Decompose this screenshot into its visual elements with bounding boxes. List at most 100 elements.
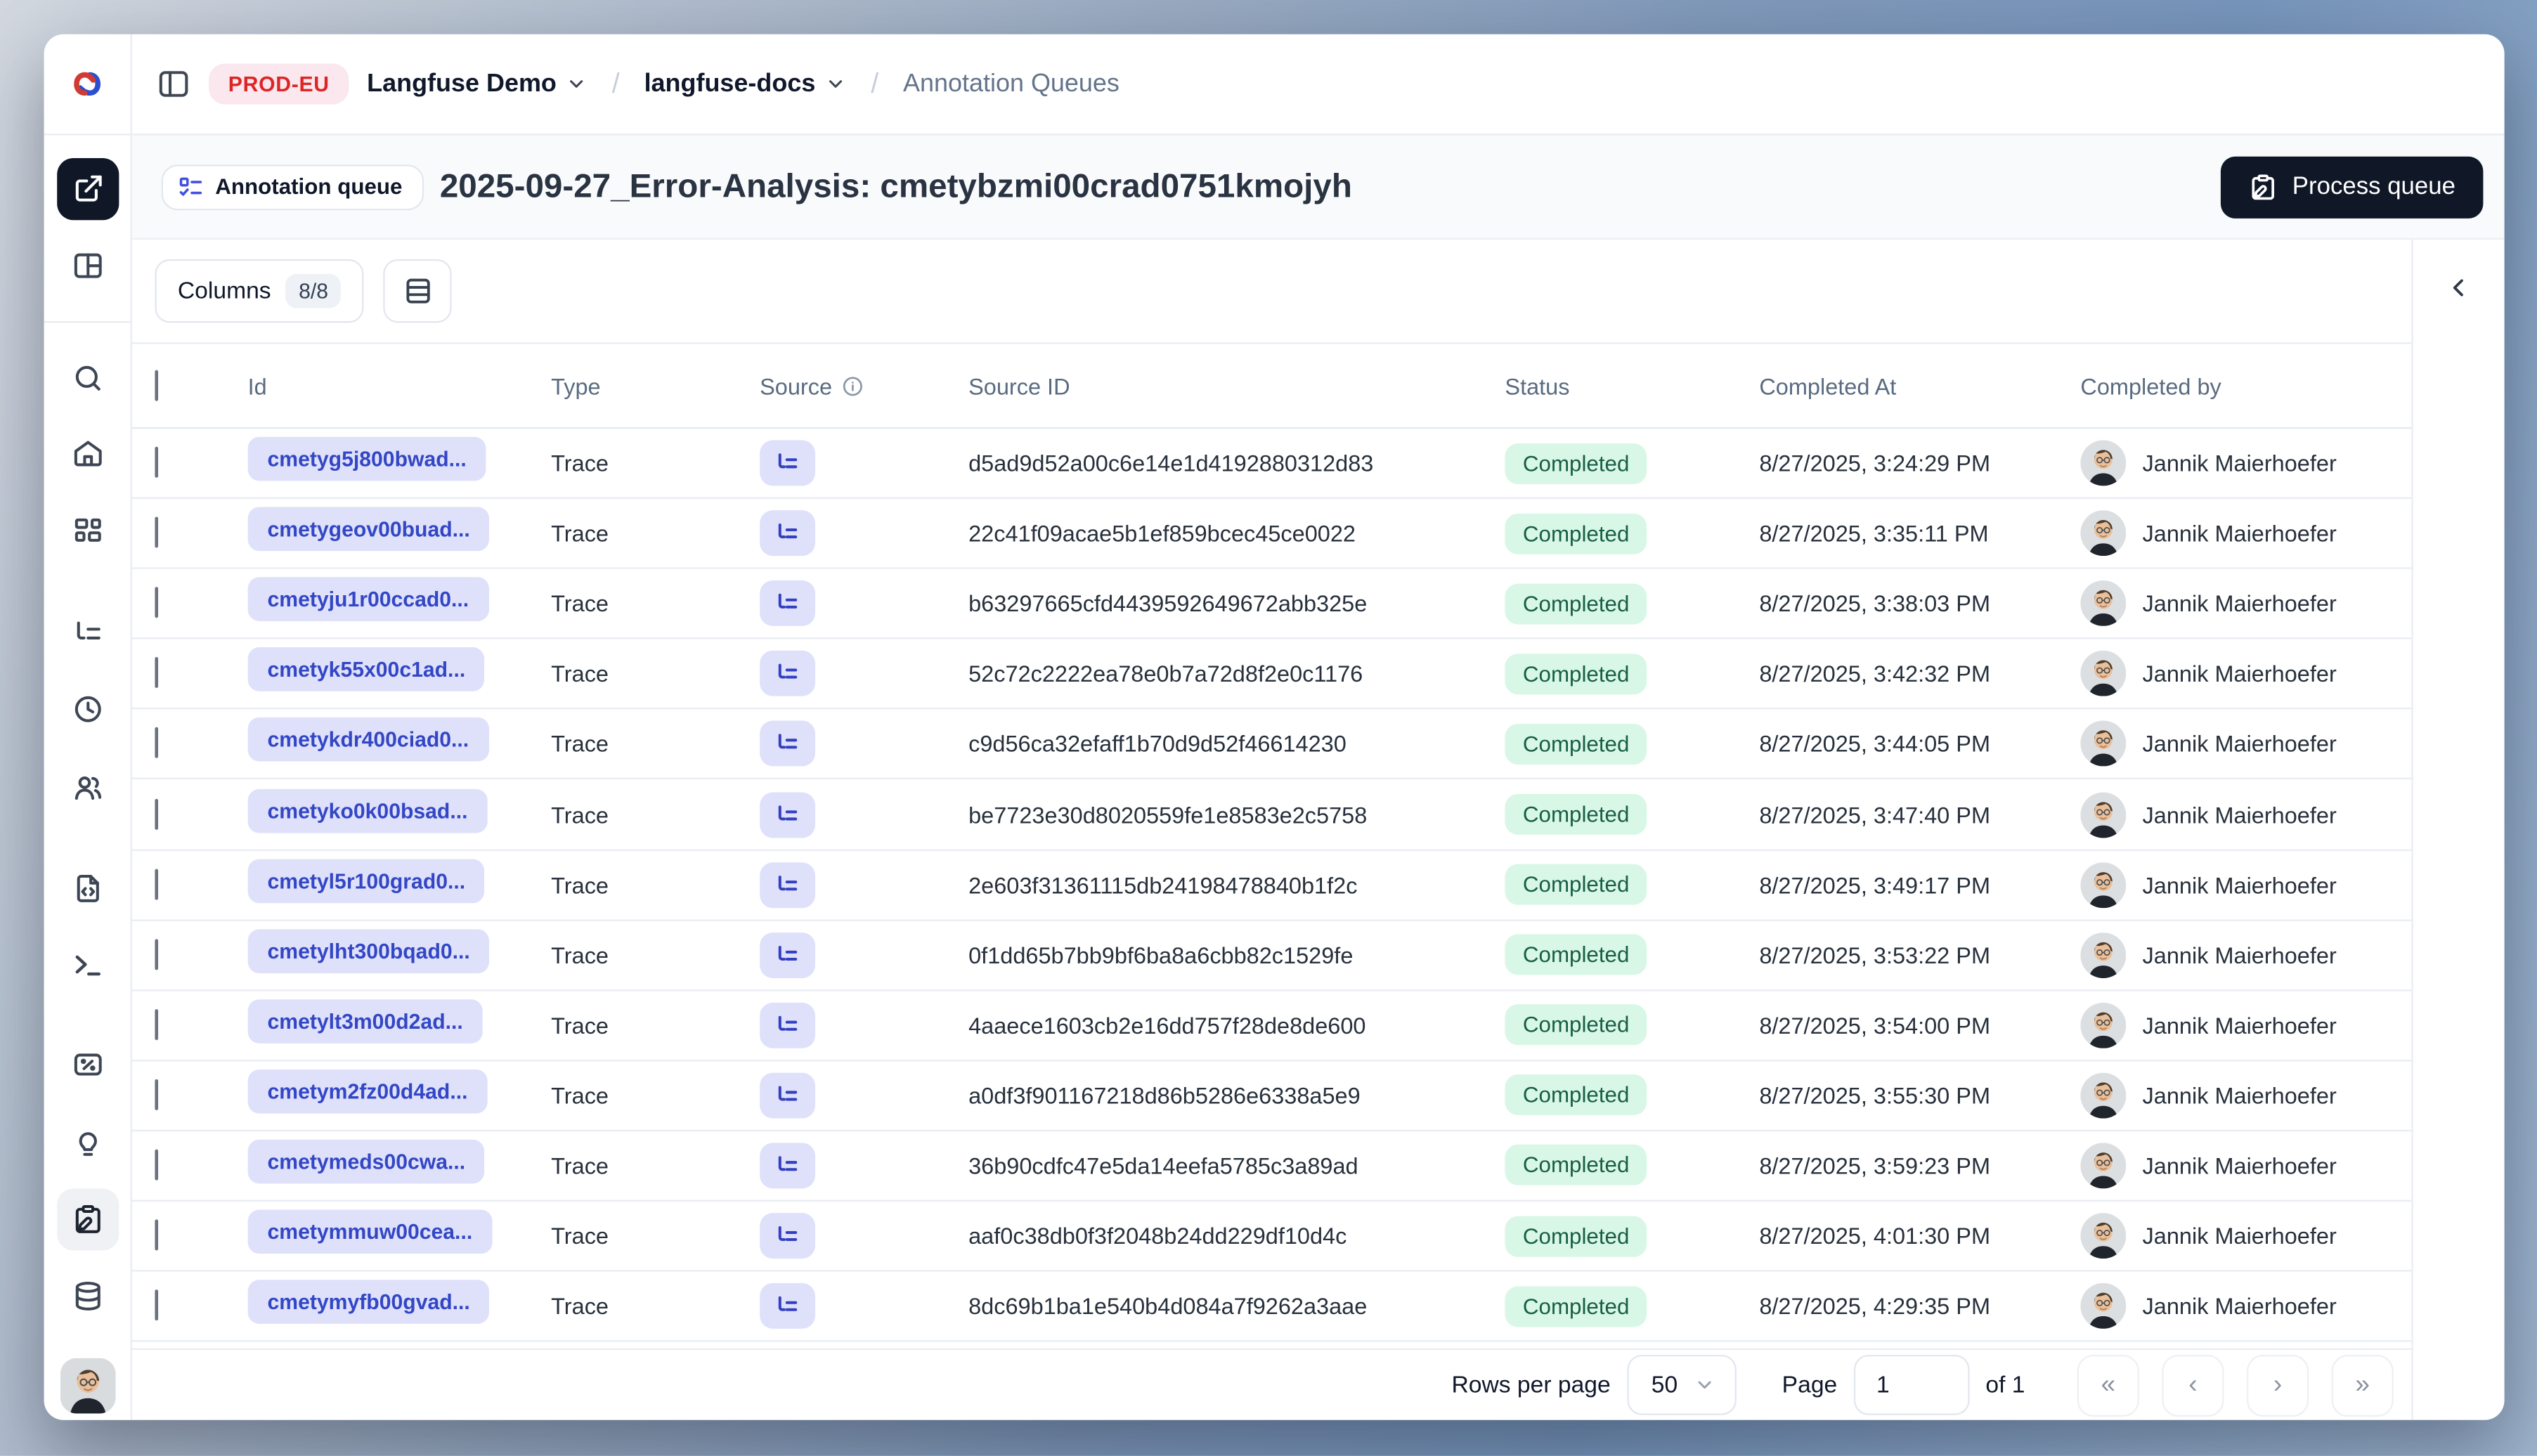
row-checkbox[interactable] [155,727,159,759]
source-trace-button[interactable] [760,651,816,697]
sidebar-item-sessions[interactable] [57,678,119,740]
row-checkbox[interactable] [155,587,159,618]
previous-page-button[interactable]: ‹ [2162,1353,2224,1416]
process-queue-button[interactable]: Process queue [2220,155,2484,218]
row-checkbox[interactable] [155,1008,159,1040]
item-type: Trace [551,801,609,828]
org-logo[interactable] [44,34,132,134]
sidebar-item-datasets[interactable] [57,1265,119,1327]
list-tree-icon [774,871,800,897]
item-source-id: c9d56ca32efaff1b70d9d52f46614230 [968,731,1347,758]
table-row: cmetyg5j800bwad... Trace d5ad9d52a00c6e1… [131,429,2412,500]
completed-by-avatar [2080,862,2127,908]
source-trace-button[interactable] [760,1072,816,1119]
breadcrumb: PROD-EU Langfuse Demo / langfuse-docs / … [132,34,2505,134]
source-trace-button[interactable] [760,440,816,486]
sidebar-item-search[interactable] [57,347,119,409]
sidebar-item-users[interactable] [57,757,119,819]
rows-icon [403,275,434,306]
sidebar-item-playground[interactable] [57,934,119,996]
column-header-source-id[interactable]: Source ID [968,372,1505,398]
source-trace-button[interactable] [760,580,816,627]
sidebar-item-tables[interactable] [57,235,119,297]
source-trace-button[interactable] [760,1283,816,1330]
row-checkbox[interactable] [155,938,159,970]
completed-by-avatar [2080,440,2127,486]
row-checkbox[interactable] [155,1149,159,1181]
item-type: Trace [551,1223,609,1249]
page-number-input[interactable]: 1 [1853,1354,1970,1415]
sidebar-item-evaluation[interactable] [57,1034,119,1096]
source-trace-button[interactable] [760,721,816,767]
sidebar-item-traces[interactable] [57,602,119,663]
item-id-link[interactable]: cmetyk55x00c1ad... [247,647,486,692]
item-id-link[interactable]: cmetymyfb00gvad... [247,1280,490,1325]
chevron-down-icon [1694,1374,1715,1396]
sidebar-item-annotation-queues[interactable] [57,1188,119,1251]
row-checkbox[interactable] [155,657,159,689]
row-checkbox[interactable] [155,798,159,829]
row-checkbox[interactable] [155,1079,159,1110]
columns-button[interactable]: Columns 8/8 [155,259,365,323]
row-checkbox[interactable] [155,1289,159,1321]
item-id-link[interactable]: cmetyju1r00ccad0... [247,577,489,622]
item-source-id: a0df3f901167218d86b5286e6338a5e9 [968,1082,1361,1109]
list-tree-icon [774,520,800,546]
row-checkbox[interactable] [155,516,159,548]
item-id-link[interactable]: cmetyko0k00bsad... [247,788,488,833]
item-id-link[interactable]: cmetyg5j800bwad... [247,436,486,481]
column-header-completed-by[interactable]: Completed by [2080,372,2411,398]
page-title: 2025-09-27_Error-Analysis: cmetybzmi00cr… [439,167,1352,205]
breadcrumb-org[interactable]: Langfuse Demo [367,70,588,99]
source-trace-button[interactable] [760,1002,816,1048]
first-page-button[interactable]: « [2077,1353,2139,1416]
next-page-button[interactable]: › [2247,1353,2309,1416]
source-trace-button[interactable] [760,791,816,838]
select-all-checkbox[interactable] [155,369,159,401]
user-avatar[interactable] [60,1358,116,1414]
last-page-button[interactable]: » [2331,1353,2394,1416]
rows-per-page-select[interactable]: 50 [1626,1354,1737,1415]
column-header-completed-at[interactable]: Completed At [1759,372,2080,398]
row-checkbox[interactable] [155,446,159,478]
column-header-id[interactable]: Id [248,372,552,398]
sidebar-toggle-button[interactable] [157,67,191,101]
sidebar-item-dashboards[interactable] [57,500,119,562]
item-id-link[interactable]: cmetyl5r100grad0... [247,858,485,903]
row-checkbox[interactable] [155,868,159,899]
item-id-link[interactable]: cmetylt3m00d2ad... [247,999,483,1044]
app-window: PROD-EU Langfuse Demo / langfuse-docs / … [44,34,2505,1420]
source-trace-button[interactable] [760,1213,816,1259]
sidebar-item-prompts[interactable] [57,857,119,919]
item-completed-at: 8/27/2025, 4:29:35 PM [1759,1293,1991,1320]
row-checkbox[interactable] [155,1219,159,1251]
column-header-type[interactable]: Type [551,372,760,398]
item-source-id: 2e603f31361115db24198478840b1f2c [968,871,1358,898]
column-header-source[interactable]: Source [760,372,968,398]
breadcrumb-project[interactable]: langfuse-docs [644,70,847,99]
item-id-link[interactable]: cmetymmuw00cea... [247,1209,493,1254]
item-type: Trace [551,871,609,898]
sidebar-item-insights[interactable] [57,1112,119,1174]
item-id-link[interactable]: cmetym2fz00d4ad... [247,1069,488,1114]
table-row: cmetymyfb00gvad... Trace 8dc69b1ba1e540b… [131,1272,2412,1342]
sidebar-item-open-external[interactable] [57,158,119,221]
column-header-status[interactable]: Status [1505,372,1759,398]
row-height-button[interactable] [383,259,453,323]
source-trace-button[interactable] [760,1143,816,1189]
item-completed-at: 8/27/2025, 3:54:00 PM [1759,1012,1991,1039]
completed-by-avatar [2080,1283,2127,1330]
expand-panel-button[interactable] [2446,275,2471,300]
item-id-link[interactable]: cmetygeov00buad... [247,507,490,552]
home-icon [72,437,104,469]
source-trace-button[interactable] [760,932,816,978]
list-tree-icon [774,450,800,476]
sidebar-item-home[interactable] [57,422,119,484]
item-id-link[interactable]: cmetymeds00cwa... [247,1139,485,1184]
source-trace-button[interactable] [760,862,816,908]
item-source-id: d5ad9d52a00c6e14e1d4192880312d83 [968,450,1374,476]
item-id-link[interactable]: cmetykdr400ciad0... [247,717,489,762]
source-trace-button[interactable] [760,510,816,557]
item-source-id: be7723e30d8020559fe1e8583e2c5758 [968,801,1368,828]
item-id-link[interactable]: cmetylht300bqad0... [247,928,490,973]
